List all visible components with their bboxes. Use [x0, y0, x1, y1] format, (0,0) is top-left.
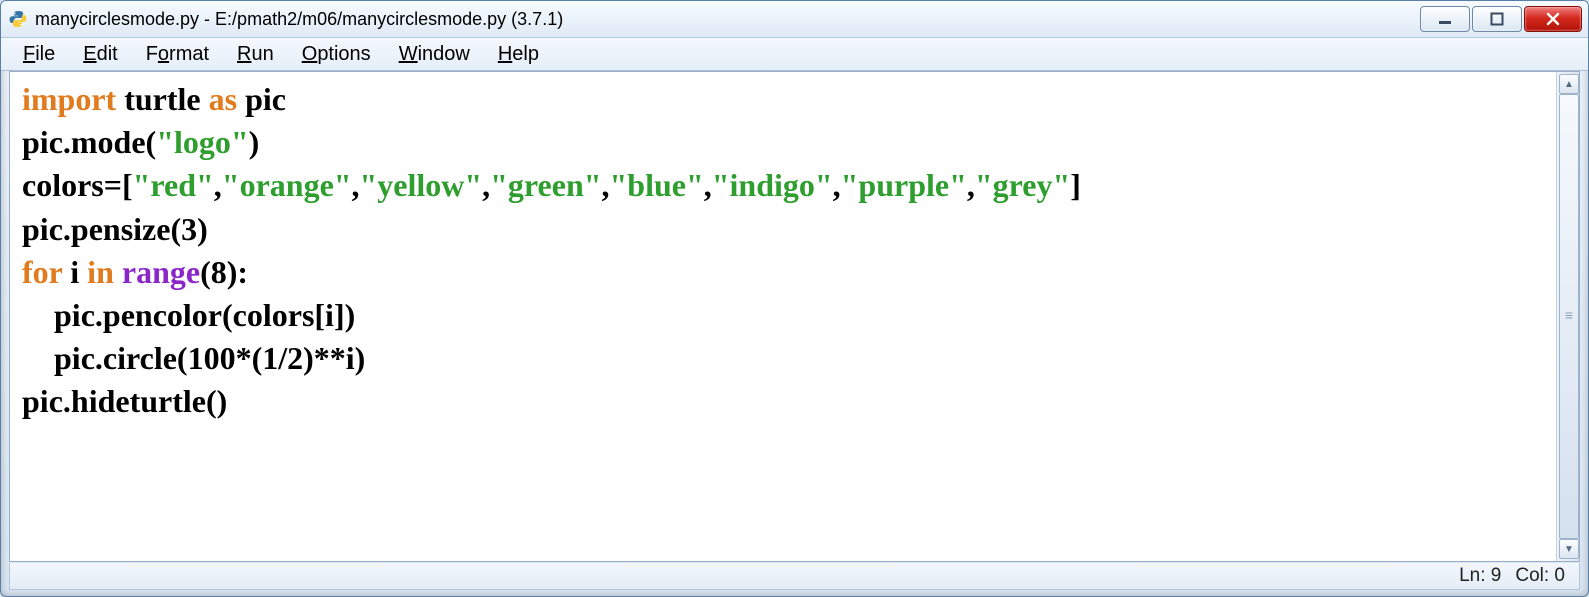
- vertical-scrollbar[interactable]: ▲ ▼: [1556, 72, 1579, 561]
- code-line: pic.hideturtle(): [22, 380, 1544, 423]
- scroll-down-button[interactable]: ▼: [1559, 539, 1579, 559]
- code-line: import turtle as pic: [22, 78, 1544, 121]
- menu-bar: File Edit Format Run Options Window Help: [1, 38, 1588, 71]
- code-line: for i in range(8):: [22, 251, 1544, 294]
- menu-window[interactable]: Window: [387, 41, 482, 68]
- menu-options[interactable]: Options: [290, 41, 383, 68]
- code-line: pic.pensize(3): [22, 208, 1544, 251]
- menu-file[interactable]: File: [11, 41, 67, 68]
- status-line: Ln: 9: [1459, 565, 1501, 587]
- scroll-up-button[interactable]: ▲: [1559, 74, 1579, 94]
- maximize-button[interactable]: [1472, 6, 1522, 32]
- python-icon: [9, 10, 27, 28]
- scroll-thumb[interactable]: [1559, 94, 1579, 539]
- code-editor[interactable]: import turtle as pic pic.mode("logo") co…: [10, 72, 1556, 561]
- title-bar: manycirclesmode.py - E:/pmath2/m06/manyc…: [1, 1, 1588, 38]
- status-bar: Ln: 9 Col: 0: [9, 563, 1580, 590]
- close-button[interactable]: [1524, 6, 1582, 32]
- code-line: pic.pencolor(colors[i]): [22, 294, 1544, 337]
- code-line: pic.mode("logo"): [22, 121, 1544, 164]
- minimize-button[interactable]: [1420, 6, 1470, 32]
- menu-run[interactable]: Run: [225, 41, 286, 68]
- status-column: Col: 0: [1515, 565, 1565, 587]
- idle-window: manycirclesmode.py - E:/pmath2/m06/manyc…: [0, 0, 1589, 597]
- menu-edit[interactable]: Edit: [71, 41, 129, 68]
- window-title: manycirclesmode.py - E:/pmath2/m06/manyc…: [35, 9, 563, 30]
- menu-help[interactable]: Help: [486, 41, 551, 68]
- editor-area: import turtle as pic pic.mode("logo") co…: [9, 71, 1580, 562]
- code-line: colors=["red","orange","yellow","green",…: [22, 164, 1544, 207]
- window-controls: [1418, 6, 1582, 32]
- code-line: pic.circle(100*(1/2)**i): [22, 337, 1544, 380]
- menu-format[interactable]: Format: [134, 41, 221, 68]
